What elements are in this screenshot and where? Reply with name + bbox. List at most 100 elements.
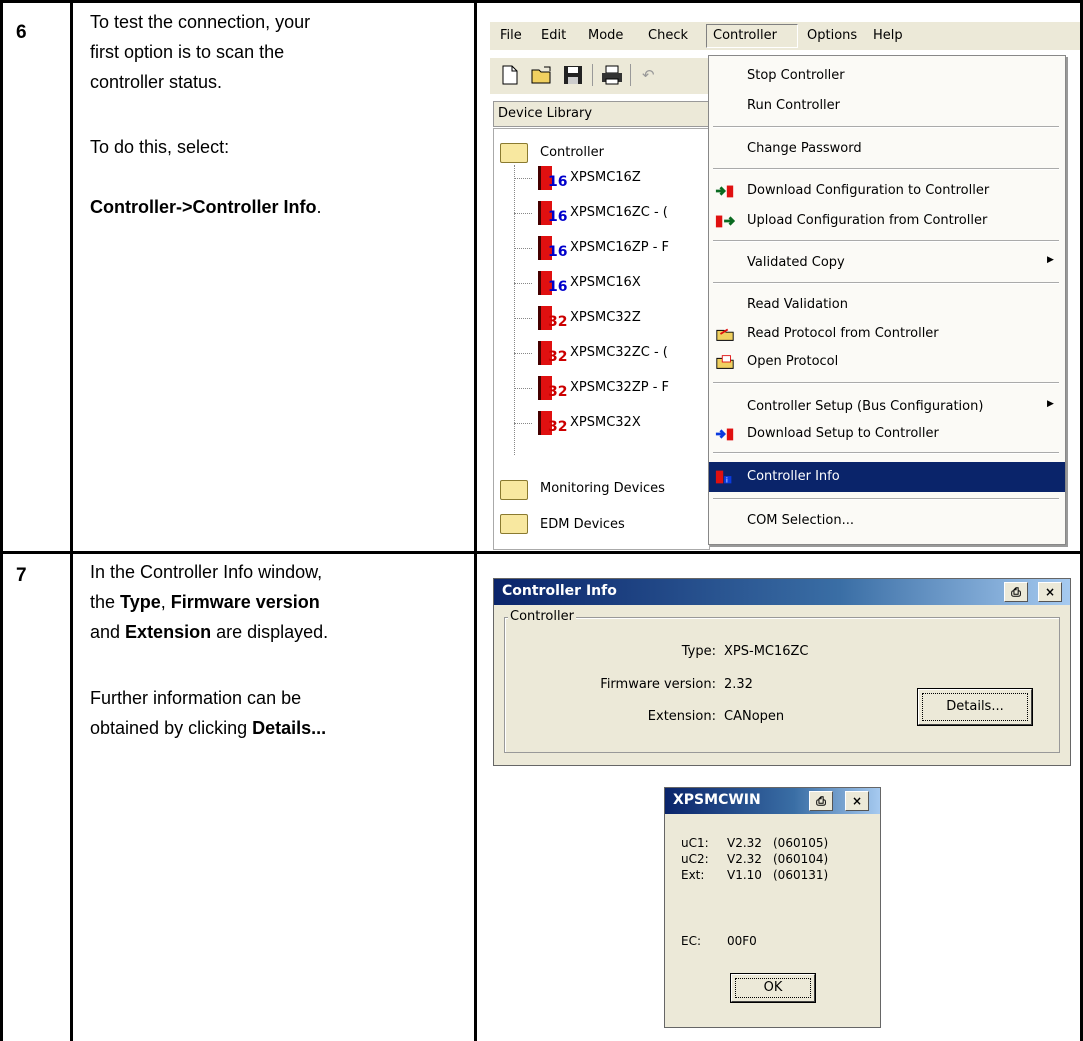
download-arrow-icon [715, 428, 734, 441]
ok-button[interactable]: OK [730, 973, 816, 1003]
menu-item-read-protocol[interactable]: Read Protocol from Controller [709, 321, 1065, 347]
menu-file[interactable]: File [500, 28, 522, 43]
open-folder-icon[interactable] [530, 64, 554, 86]
download-arrow-icon [715, 185, 734, 198]
menu-item-controller-setup[interactable]: Controller Setup (Bus Configuration) ▶ [709, 394, 1065, 420]
menu-separator [713, 382, 1059, 384]
submenu-arrow-icon: ▶ [1047, 255, 1054, 265]
menu-separator [713, 126, 1059, 128]
menu-item-download-config[interactable]: Download Configuration to Controller [709, 178, 1065, 204]
tree-device-item[interactable]: XPSMC32ZP - F [570, 380, 669, 395]
tree-device-item[interactable]: XPSMC16ZC - ( [570, 205, 668, 220]
tree-branch-line [514, 213, 532, 214]
text-bold-details: Details... [252, 718, 327, 738]
step-7-line-5: obtained by clicking Details... [90, 716, 326, 740]
tree-folder-monitoring[interactable]: Monitoring Devices [540, 481, 665, 496]
menu-item-open-protocol[interactable]: Open Protocol [709, 349, 1065, 375]
tree-device-item[interactable]: XPSMC16Z [570, 170, 641, 185]
menu-controller-open[interactable]: Controller [706, 24, 798, 48]
type-label: Type: [681, 644, 716, 659]
menu-item-read-validation[interactable]: Read Validation [709, 292, 1065, 318]
menu-item-upload-config[interactable]: Upload Configuration from Controller [709, 208, 1065, 234]
menu-item-change-password[interactable]: Change Password [709, 136, 1065, 162]
step-number-6: 6 [16, 22, 27, 43]
upload-arrow-icon [715, 215, 735, 228]
controller-device-icon: 32 [534, 407, 567, 437]
close-icon[interactable]: × [1038, 582, 1062, 602]
controller-device-icon: 32 [534, 302, 567, 332]
table-row-divider [0, 551, 1083, 554]
menu-item-stop-controller[interactable]: Stop Controller [709, 63, 1065, 89]
menu-item-validated-copy[interactable]: Validated Copy ▶ [709, 250, 1065, 276]
close-icon[interactable]: × [845, 791, 869, 811]
menu-item-com-selection[interactable]: COM Selection... [709, 508, 1065, 534]
xpsmcwin-titlebar: XPSMCWIN ⎙ × [665, 788, 880, 814]
table-col-divider-2 [474, 0, 477, 1041]
read-protocol-icon [716, 328, 734, 341]
menu-edit[interactable]: Edit [541, 28, 566, 43]
menu-options[interactable]: Options [807, 28, 857, 43]
step-6-line-3: controller status. [90, 72, 223, 92]
menu-item-label: Stop Controller [747, 68, 845, 83]
controller-device-icon: 16 [534, 197, 567, 227]
window-title: XPSMCWIN [673, 792, 761, 808]
menu-item-label: Download Configuration to Controller [747, 183, 990, 198]
tree-device-item[interactable]: XPSMC32ZC - ( [570, 345, 668, 360]
folder-icon-2 [500, 514, 528, 534]
tree-device-item[interactable]: XPSMC32X [570, 415, 641, 430]
device-library-header: Device Library [493, 101, 710, 127]
folder-open-icon [500, 143, 528, 163]
controller-device-icon: 16 [534, 232, 567, 262]
tree-device-item[interactable]: XPSMC16X [570, 275, 641, 290]
folder-icon [500, 480, 528, 500]
step-number-7: 7 [16, 565, 27, 586]
firmware-value: 2.32 [724, 677, 753, 692]
step-7-line-2: the Type, Firmware version [90, 590, 320, 614]
step-7-line-1: In the Controller Info window, [90, 562, 323, 582]
ec-label: EC: [681, 934, 702, 948]
toolbar-separator-2 [630, 64, 631, 86]
type-value: XPS-MC16ZC [724, 644, 809, 659]
menu-check[interactable]: Check [648, 28, 688, 43]
tree-branch-line [514, 353, 532, 354]
tree-device-item[interactable]: XPSMC32Z [570, 310, 641, 325]
tree-branch-line [514, 178, 532, 179]
tree-folder-edm[interactable]: EDM Devices [540, 517, 625, 532]
tree-branch-line [514, 423, 532, 424]
menu-item-download-setup[interactable]: Download Setup to Controller [709, 421, 1065, 447]
controller-device-icon: 16 [534, 267, 567, 297]
tree-root-controller[interactable]: Controller [540, 145, 604, 160]
device-badge: 16 [548, 244, 568, 260]
firmware-label: Firmware version: [600, 677, 716, 692]
menu-item-label: Run Controller [747, 98, 841, 113]
menu-item-controller-info[interactable]: i Controller Info [709, 462, 1065, 492]
new-file-icon[interactable] [500, 64, 520, 86]
save-icon[interactable] [562, 64, 584, 86]
menu-separator [713, 282, 1059, 284]
print-icon[interactable]: ⎙ [1004, 582, 1028, 602]
device-badge: 32 [548, 384, 568, 400]
version-row-label: uC1: [681, 836, 709, 850]
details-button[interactable]: Details... [917, 688, 1033, 726]
text-run: the [90, 592, 121, 612]
print-icon[interactable] [600, 64, 624, 86]
version-row-date: (060131) [773, 868, 829, 882]
step-6-menu-path: Controller->Controller Info. [90, 195, 322, 219]
extension-value: CANopen [724, 709, 785, 724]
menu-separator [713, 498, 1059, 500]
menu-item-run-controller[interactable]: Run Controller [709, 93, 1065, 119]
step-6-menu-path-period: . [316, 197, 322, 217]
window-title: Controller Info [502, 583, 617, 599]
text-run: are displayed. [211, 622, 329, 642]
step-6-line-4: To do this, select: [90, 137, 230, 157]
undo-icon[interactable]: ↶ [642, 66, 655, 84]
menu-help[interactable]: Help [873, 28, 903, 43]
print-icon[interactable]: ⎙ [809, 791, 833, 811]
menu-item-label: COM Selection... [747, 513, 854, 528]
menu-mode[interactable]: Mode [588, 28, 623, 43]
xpsmcwin-window: XPSMCWIN ⎙ × uC1: V2.32 (060105) uC2: V2.32 (… [664, 787, 881, 1028]
tree-branch-line [514, 388, 532, 389]
text-bold-firmware: Firmware version [170, 592, 320, 612]
tree-device-item[interactable]: XPSMC16ZP - F [570, 240, 669, 255]
version-row-label: Ext: [681, 868, 705, 882]
